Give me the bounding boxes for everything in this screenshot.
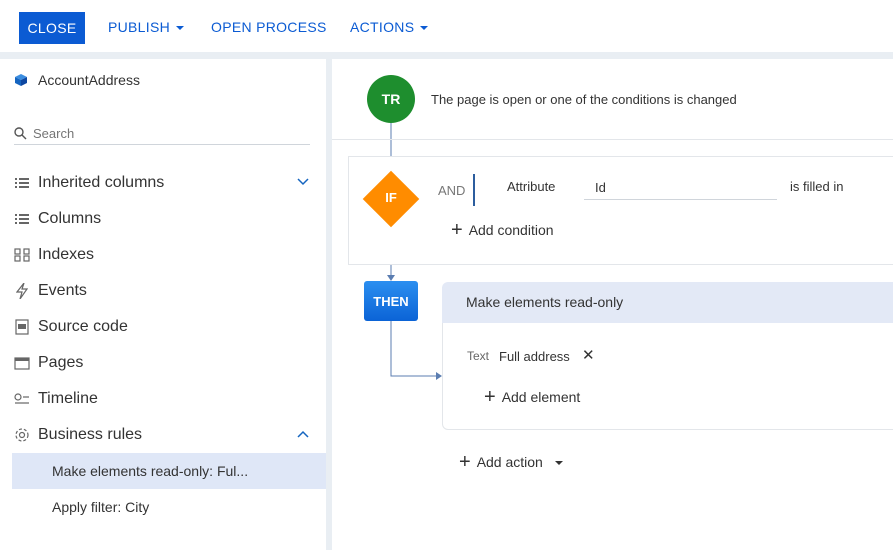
sidebar-item-business-rules[interactable]: Business rules [14,423,314,447]
code-icon [14,319,30,335]
sidebar: AccountAddress Inherited columns Columns… [0,59,326,550]
sidebar-item-source-code[interactable]: Source code [14,315,314,339]
then-badge: THEN [364,281,418,321]
sidebar-item-label: Business rules [38,426,143,443]
add-action-label: Add action [476,454,543,470]
rule-item-make-read-only[interactable]: Make elements read-only: Ful... [12,453,326,489]
remove-element-icon[interactable]: ✕ [582,346,595,364]
timeline-icon [14,391,30,407]
condition-operator[interactable]: is filled in [790,179,843,194]
chevron-up-icon[interactable] [296,427,310,441]
open-process-button[interactable]: OPEN PROCESS [211,19,327,35]
search-icon [14,127,27,140]
action-body [442,323,893,430]
publish-menu[interactable]: PUBLISH [108,19,185,35]
publish-label: PUBLISH [108,19,171,35]
condition-attribute-label: Attribute [507,179,556,194]
add-condition-label: Add condition [468,222,554,238]
actions-menu[interactable]: ACTIONS [350,19,429,35]
element-name: Full address [499,349,570,364]
page-icon [14,355,30,371]
lightning-icon [14,283,30,299]
plus-icon: + [459,451,471,473]
and-group-bar [473,174,475,206]
chevron-down-icon[interactable] [296,175,310,189]
sidebar-item-label: Events [38,282,87,299]
toolbar-divider [0,52,893,59]
add-element-label: Add element [501,389,581,405]
add-action-button[interactable]: + Add action [459,451,563,473]
sidebar-item-columns[interactable]: Columns [14,207,314,231]
sidebar-item-label: Columns [38,210,102,227]
add-condition-button[interactable]: + Add condition [451,219,554,241]
list-icon [14,175,30,191]
rule-canvas: TR The page is open or one of the condit… [332,59,893,550]
sidebar-item-label: Inherited columns [38,174,165,191]
action-header[interactable]: Make elements read-only [442,282,893,323]
search-box [14,123,310,145]
chevron-down-icon [420,26,429,30]
plus-icon: + [484,386,496,408]
sidebar-item-label: Indexes [38,246,95,263]
sidebar-item-timeline[interactable]: Timeline [14,387,314,411]
rule-item-label: Make elements read-only: Ful... [52,463,249,479]
if-badge: IF [385,190,397,205]
trigger-badge: TR [367,75,415,123]
object-name: AccountAddress [38,72,140,88]
condition-attribute-field[interactable]: Id [584,171,777,200]
gear-icon [14,427,30,443]
search-input[interactable] [33,126,293,141]
actions-label: ACTIONS [350,19,415,35]
rule-item-apply-filter[interactable]: Apply filter: City [12,489,326,525]
open-process-label: OPEN PROCESS [211,19,327,35]
plus-icon: + [451,219,463,241]
add-element-button[interactable]: + Add element [484,386,581,408]
cube-icon [15,74,27,86]
toolbar: CLOSE PUBLISH OPEN PROCESS ACTIONS [0,0,893,52]
sidebar-item-pages[interactable]: Pages [14,351,314,375]
rule-item-label: Apply filter: City [52,499,150,515]
sidebar-item-events[interactable]: Events [14,279,314,303]
sidebar-item-label: Source code [38,318,128,335]
sidebar-item-indexes[interactable]: Indexes [14,243,314,267]
sidebar-item-label: Timeline [38,390,98,407]
chevron-down-icon [176,26,185,30]
close-button[interactable]: CLOSE [19,12,85,44]
and-operator[interactable]: AND [438,183,465,198]
list-icon [14,211,30,227]
sidebar-item-label: Pages [38,354,84,371]
index-icon [14,247,30,263]
element-type-label: Text [467,349,490,363]
chevron-down-icon[interactable] [554,461,563,465]
trigger-text: The page is open or one of the condition… [431,92,737,107]
object-title: AccountAddress [14,72,140,88]
sidebar-item-inherited-columns[interactable]: Inherited columns [14,171,314,195]
trigger-divider [332,139,893,140]
